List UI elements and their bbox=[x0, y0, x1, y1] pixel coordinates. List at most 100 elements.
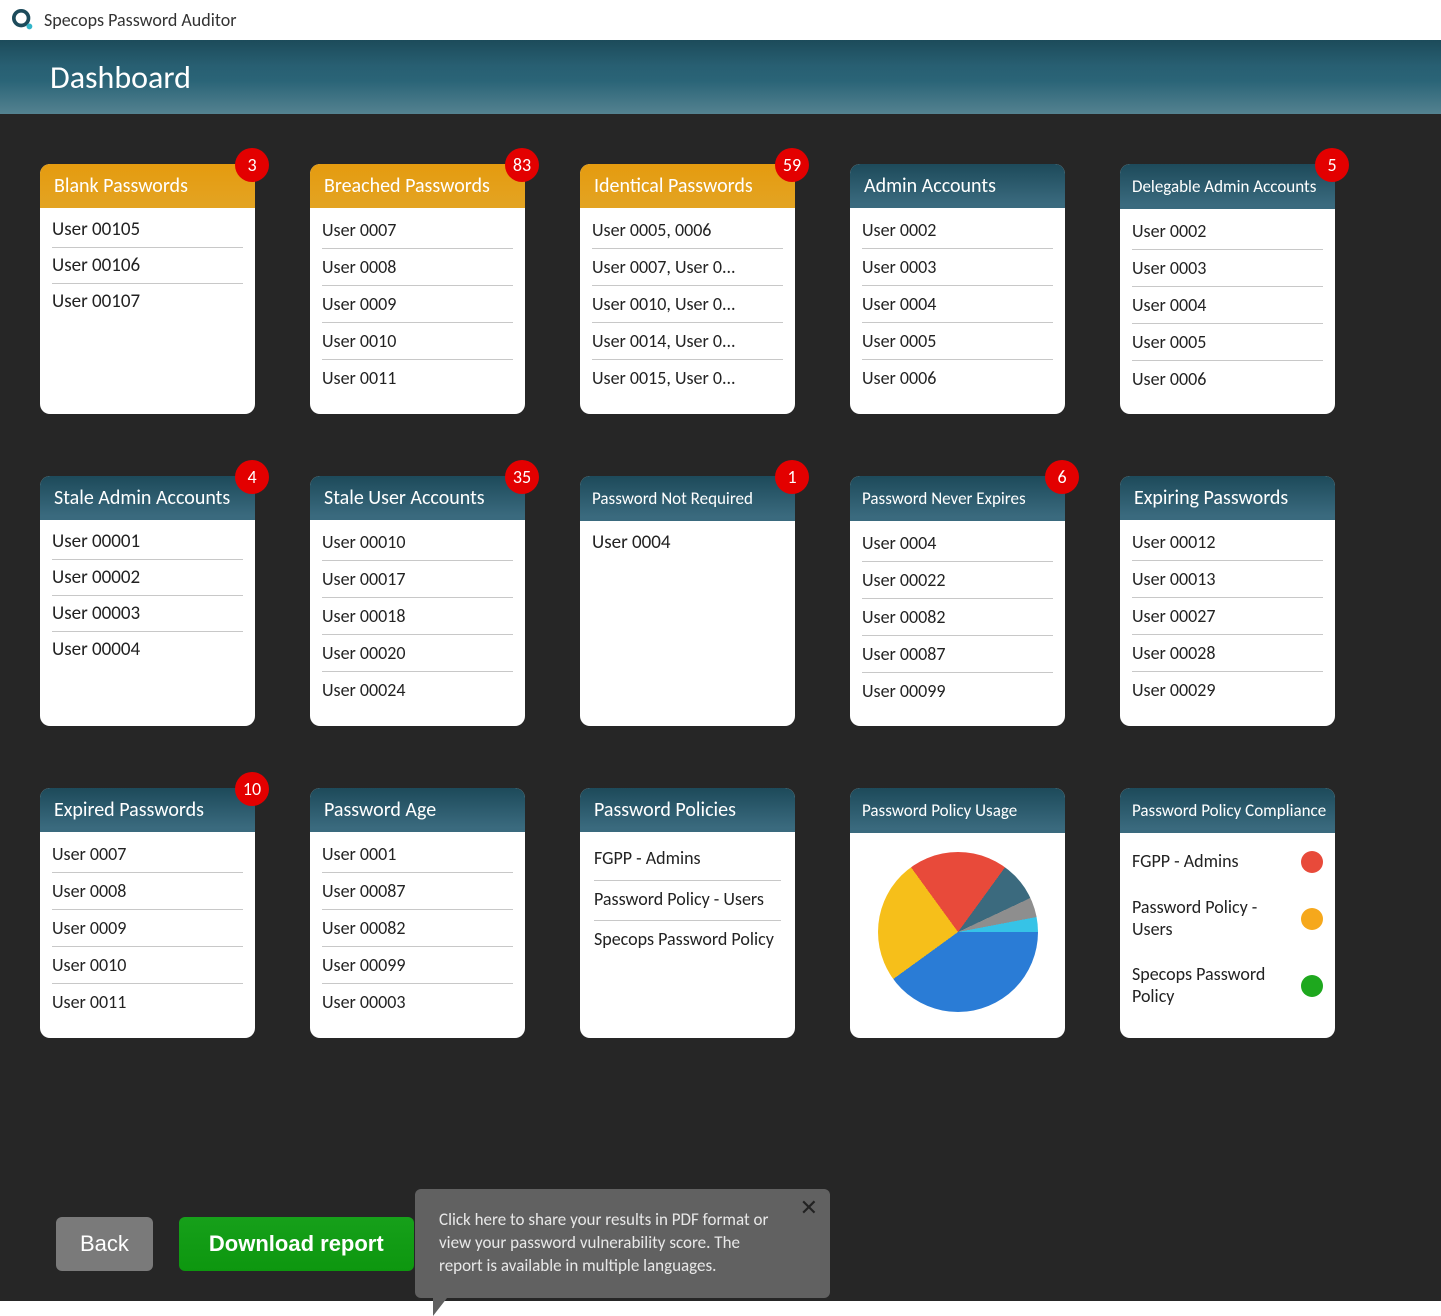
list-item[interactable]: User 0010 bbox=[52, 947, 243, 984]
list-item[interactable]: User 0015, User 0... bbox=[592, 360, 783, 396]
list-item[interactable]: User 00105 bbox=[52, 212, 243, 248]
list-item[interactable]: Specops Password Policy bbox=[1132, 952, 1323, 1019]
download-tooltip: ✕ Click here to share your results in PD… bbox=[415, 1189, 830, 1298]
card-list: User 00012User 00013User 00027User 00028… bbox=[1120, 520, 1335, 726]
card-password-not-required[interactable]: 1Password Not RequiredUser 0004 bbox=[580, 476, 795, 726]
list-item[interactable]: User 0014, User 0... bbox=[592, 323, 783, 360]
list-item[interactable]: User 0003 bbox=[1132, 250, 1323, 287]
card-stale-admin-accounts[interactable]: 4Stale Admin AccountsUser 00001User 0000… bbox=[40, 476, 255, 726]
card-breached-passwords[interactable]: 83Breached PasswordsUser 0007User 0008Us… bbox=[310, 164, 525, 414]
card-password-policies[interactable]: Password PoliciesFGPP - AdminsPassword P… bbox=[580, 788, 795, 1038]
list-item[interactable]: User 00004 bbox=[52, 632, 243, 667]
page-title: Dashboard bbox=[50, 58, 191, 97]
list-item[interactable]: User 00024 bbox=[322, 672, 513, 708]
list-item[interactable]: User 00020 bbox=[322, 635, 513, 672]
card-password-age[interactable]: Password Age User 0001User 00087User 0008… bbox=[310, 788, 525, 1038]
list-item[interactable]: Password Policy - Users bbox=[594, 881, 781, 922]
card-list: User 0005, 0006User 0007, User 0...User … bbox=[580, 208, 795, 414]
list-item[interactable]: User 00017 bbox=[322, 561, 513, 598]
list-item[interactable]: User 00028 bbox=[1132, 635, 1323, 672]
list-item[interactable]: User 0006 bbox=[1132, 361, 1323, 397]
card-title: Expired Passwords bbox=[40, 788, 255, 832]
list-item[interactable]: User 00001 bbox=[52, 524, 243, 560]
back-button[interactable]: Back bbox=[56, 1217, 153, 1271]
list-item[interactable]: User 0009 bbox=[322, 286, 513, 323]
list-item[interactable]: User 0002 bbox=[862, 212, 1053, 249]
list-item[interactable]: User 00027 bbox=[1132, 598, 1323, 635]
card-expiring-passwords[interactable]: Expiring PasswordsUser 00012User 00013Us… bbox=[1120, 476, 1335, 726]
list-item[interactable]: User 0006 bbox=[862, 360, 1053, 396]
card-delegable-admin-accounts[interactable]: 5Delegable Admin AccountsUser 0002User 0… bbox=[1120, 164, 1335, 414]
list-item[interactable]: User 00099 bbox=[862, 673, 1053, 709]
list-item[interactable]: Specops Password Policy bbox=[594, 921, 781, 961]
close-icon[interactable]: ✕ bbox=[800, 1197, 818, 1219]
list-item[interactable]: User 00003 bbox=[52, 596, 243, 632]
card-list: User 0007User 0008User 0009User 0010User… bbox=[310, 208, 525, 414]
card-list: FGPP - AdminsPassword Policy - UsersSpec… bbox=[580, 832, 795, 1038]
list-item[interactable]: User 0004 bbox=[592, 525, 783, 560]
list-item[interactable]: User 00087 bbox=[322, 873, 513, 910]
list-item[interactable]: User 00002 bbox=[52, 560, 243, 596]
card-title: Password Policy Compliance bbox=[1120, 788, 1335, 833]
list-item[interactable]: User 00022 bbox=[862, 562, 1053, 599]
list-item[interactable]: User 00082 bbox=[322, 910, 513, 947]
count-badge: 5 bbox=[1315, 148, 1349, 182]
list-item[interactable]: User 0005 bbox=[1132, 324, 1323, 361]
compliance-label: FGPP - Admins bbox=[1132, 851, 1239, 873]
list-item[interactable]: User 0002 bbox=[1132, 213, 1323, 250]
list-item[interactable]: User 0004 bbox=[1132, 287, 1323, 324]
list-item[interactable]: User 00107 bbox=[52, 284, 243, 319]
list-item[interactable]: User 0010 bbox=[322, 323, 513, 360]
list-item[interactable]: User 0001 bbox=[322, 836, 513, 873]
card-password-never-expires[interactable]: 6Password Never ExpiresUser 0004User 000… bbox=[850, 476, 1065, 726]
footer-buttons: Back Download report bbox=[56, 1217, 414, 1271]
card-title: Stale Admin Accounts bbox=[40, 476, 255, 520]
card-title: Password Age bbox=[310, 788, 525, 832]
download-report-button[interactable]: Download report bbox=[179, 1217, 414, 1271]
list-item[interactable]: User 00013 bbox=[1132, 561, 1323, 598]
status-dot-icon bbox=[1301, 975, 1323, 997]
list-item[interactable]: User 0010, User 0... bbox=[592, 286, 783, 323]
card-title: Identical Passwords bbox=[580, 164, 795, 208]
app-title: Specops Password Auditor bbox=[44, 9, 236, 31]
list-item[interactable]: User 0007, User 0... bbox=[592, 249, 783, 286]
list-item[interactable]: User 0007 bbox=[52, 836, 243, 873]
list-item[interactable]: User 0008 bbox=[322, 249, 513, 286]
list-item[interactable]: User 00003 bbox=[322, 984, 513, 1020]
list-item[interactable]: User 0003 bbox=[862, 249, 1053, 286]
card-password-policy-compliance[interactable]: Password Policy Compliance FGPP - Admins P… bbox=[1120, 788, 1335, 1038]
list-item[interactable]: User 0011 bbox=[322, 360, 513, 396]
card-password-policy-usage[interactable]: Password Policy Usage bbox=[850, 788, 1065, 1038]
card-expired-passwords[interactable]: 10Expired PasswordsUser 0007User 0008Use… bbox=[40, 788, 255, 1038]
list-item[interactable]: User 0007 bbox=[322, 212, 513, 249]
list-item[interactable]: FGPP - Admins bbox=[1132, 839, 1323, 885]
list-item[interactable]: User 0004 bbox=[862, 286, 1053, 323]
list-item[interactable]: User 0005, 0006 bbox=[592, 212, 783, 249]
card-stale-user-accounts[interactable]: 35Stale User AccountsUser 00010User 0001… bbox=[310, 476, 525, 726]
list-item[interactable]: User 00029 bbox=[1132, 672, 1323, 708]
list-item[interactable]: User 0008 bbox=[52, 873, 243, 910]
list-item[interactable]: User 00082 bbox=[862, 599, 1053, 636]
list-item[interactable]: User 00099 bbox=[322, 947, 513, 984]
list-item[interactable]: FGPP - Admins bbox=[594, 840, 781, 881]
list-item[interactable]: User 0011 bbox=[52, 984, 243, 1020]
card-identical-passwords[interactable]: 59Identical PasswordsUser 0005, 0006User… bbox=[580, 164, 795, 414]
count-badge: 1 bbox=[775, 460, 809, 494]
count-badge: 6 bbox=[1045, 460, 1079, 494]
page-header: Dashboard bbox=[0, 40, 1441, 114]
list-item[interactable]: User 00010 bbox=[322, 524, 513, 561]
card-list: FGPP - Admins Password Policy - Users Spec… bbox=[1120, 833, 1335, 1025]
list-item[interactable]: User 0009 bbox=[52, 910, 243, 947]
card-admin-accounts[interactable]: Admin AccountsUser 0002User 0003User 000… bbox=[850, 164, 1065, 414]
list-item[interactable]: User 00087 bbox=[862, 636, 1053, 673]
card-title: Expiring Passwords bbox=[1120, 476, 1335, 520]
list-item[interactable]: User 00012 bbox=[1132, 524, 1323, 561]
card-blank-passwords[interactable]: 3Blank PasswordsUser 00105User 00106User… bbox=[40, 164, 255, 414]
list-item[interactable]: User 00106 bbox=[52, 248, 243, 284]
compliance-label: Specops Password Policy bbox=[1132, 964, 1291, 1007]
list-item[interactable]: Password Policy - Users bbox=[1132, 885, 1323, 952]
card-title: Password Policy Usage bbox=[850, 788, 1065, 833]
list-item[interactable]: User 0004 bbox=[862, 525, 1053, 562]
list-item[interactable]: User 00018 bbox=[322, 598, 513, 635]
list-item[interactable]: User 0005 bbox=[862, 323, 1053, 360]
